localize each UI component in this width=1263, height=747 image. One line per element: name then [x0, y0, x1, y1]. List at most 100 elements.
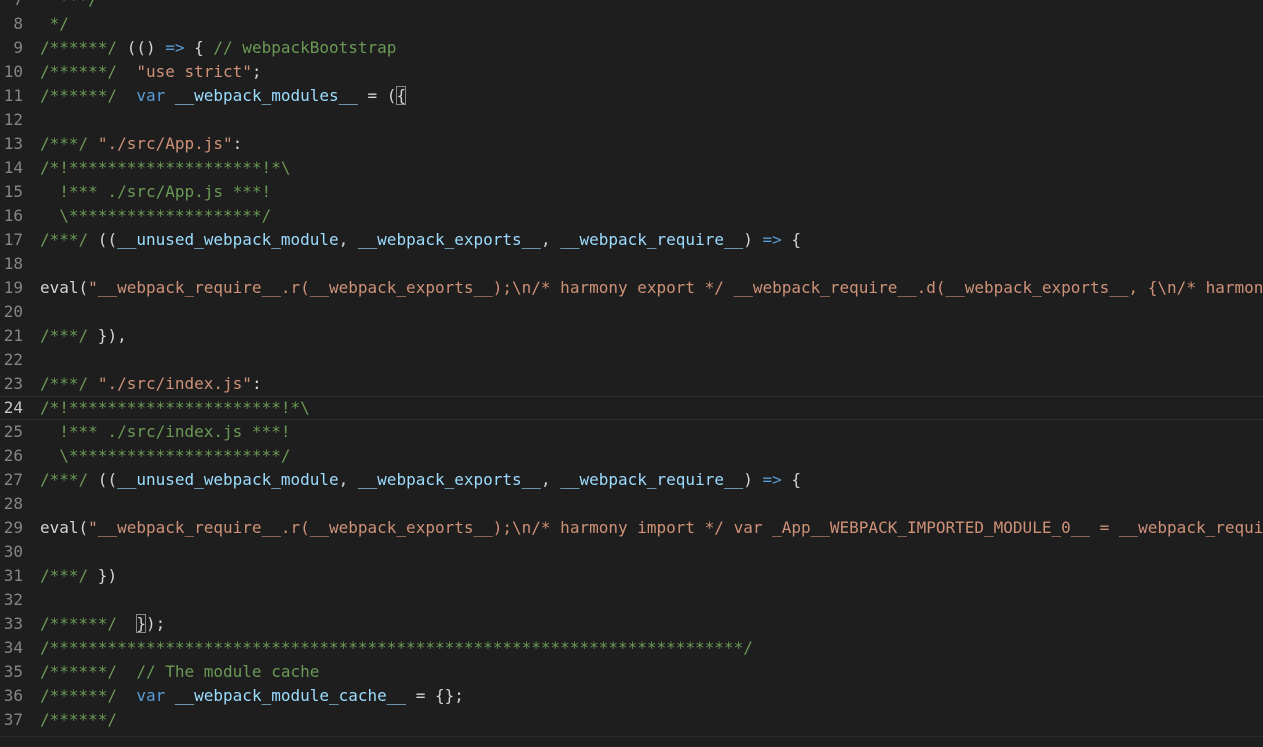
- code-line[interactable]: 28: [0, 492, 1263, 516]
- code-line[interactable]: 29 eval("__webpack_require__.r(__webpack_…: [0, 516, 1263, 540]
- code-token: __webpack_modules__: [174, 86, 358, 105]
- code-token: // webpackBootstrap: [213, 38, 397, 57]
- line-number: 25: [0, 420, 40, 444]
- code-line[interactable]: 36 /******/ var __webpack_module_cache__ …: [0, 684, 1263, 708]
- code-line[interactable]: 11 /******/ var __webpack_modules__ = ({: [0, 84, 1263, 108]
- code-token: /***/: [40, 230, 89, 249]
- code-text: /******/ // The module cache: [40, 660, 319, 684]
- code-text: /***/ "./src/App.js":: [40, 132, 242, 156]
- code-line[interactable]: 32: [0, 588, 1263, 612]
- line-number: 23: [0, 372, 40, 396]
- code-line[interactable]: 12: [0, 108, 1263, 132]
- code-token: __webpack_exports__: [357, 230, 541, 249]
- line-number-text: 37: [3, 710, 23, 729]
- code-text: /******/ });: [40, 612, 165, 636]
- code-token: !*** ./src/index.js ***!: [40, 422, 291, 441]
- code-line[interactable]: 25 !*** ./src/index.js ***!: [0, 420, 1263, 444]
- code-line[interactable]: 23 /***/ "./src/index.js":: [0, 372, 1263, 396]
- code-text: /******/: [40, 708, 117, 732]
- code-text: /***************************************…: [40, 636, 753, 660]
- code-token: {: [781, 470, 802, 489]
- code-token: /***/: [40, 134, 89, 153]
- code-token: ***/: [40, 0, 98, 9]
- line-number: 9: [0, 36, 40, 60]
- line-number: 8: [0, 12, 40, 36]
- code-token: /***/: [40, 566, 89, 585]
- line-number-text: 15: [3, 182, 23, 201]
- code-line[interactable]: 24 /*!**********************!*\: [0, 396, 1263, 420]
- code-text: eval("__webpack_require__.r(__webpack_ex…: [40, 276, 1263, 300]
- code-line[interactable]: 13 /***/ "./src/App.js":: [0, 132, 1263, 156]
- code-line[interactable]: 20: [0, 300, 1263, 324]
- code-text: \**********************/: [40, 444, 290, 468]
- code-line[interactable]: 9 /******/ (() => { // webpackBootstrap: [0, 36, 1263, 60]
- code-token: __unused_webpack_module: [117, 230, 339, 249]
- code-token: /******/: [40, 686, 118, 705]
- line-number: 28: [0, 492, 40, 516]
- code-line[interactable]: 26 \**********************/: [0, 444, 1263, 468]
- code-token: var: [136, 86, 166, 105]
- code-text: /******/ var __webpack_module_cache__ = …: [40, 684, 464, 708]
- code-line[interactable]: 15 !*** ./src/App.js ***!: [0, 180, 1263, 204]
- line-number-text: 13: [3, 134, 23, 153]
- line-number: 29: [0, 516, 40, 540]
- code-text: eval("__webpack_require__.r(__webpack_ex…: [40, 516, 1263, 540]
- line-number-text: 10: [3, 62, 23, 81]
- line-number-text: 35: [3, 662, 23, 681]
- line-number-text: 20: [3, 302, 23, 321]
- code-text: /******/ "use strict";: [40, 60, 262, 84]
- code-token: ): [743, 470, 763, 489]
- code-line[interactable]: 34 /*************************************…: [0, 636, 1263, 660]
- line-number: 24: [0, 396, 40, 420]
- code-line[interactable]: 18: [0, 252, 1263, 276]
- code-text: /***/ ((__unused_webpack_module, __webpa…: [40, 468, 801, 492]
- code-line[interactable]: 37 /******/: [0, 708, 1263, 732]
- code-token: */: [40, 14, 69, 33]
- code-token: "__webpack_require__.r(__webpack_exports…: [88, 278, 1263, 297]
- code-line[interactable]: 10 /******/ "use strict";: [0, 60, 1263, 84]
- line-number-text: 16: [3, 206, 23, 225]
- code-line[interactable]: 19 eval("__webpack_require__.r(__webpack_…: [0, 276, 1263, 300]
- code-token: __webpack_require__: [560, 470, 744, 489]
- line-number-text: 28: [3, 494, 23, 513]
- code-line[interactable]: 35 /******/ // The module cache: [0, 660, 1263, 684]
- line-number-text: 22: [3, 350, 23, 369]
- code-editor[interactable]: 7 ***/8 */9/******/ (() => { // webpackB…: [0, 0, 1263, 747]
- code-token: }): [88, 566, 118, 585]
- line-number-text: 32: [3, 590, 23, 609]
- code-token: =>: [165, 38, 185, 57]
- code-text: \********************/: [40, 204, 271, 228]
- code-token: ,: [540, 230, 561, 249]
- code-line[interactable]: 21 /***/ }),: [0, 324, 1263, 348]
- code-line[interactable]: 33 /******/ });: [0, 612, 1263, 636]
- line-number: 30: [0, 540, 40, 564]
- code-line[interactable]: 14 /*!********************!*\: [0, 156, 1263, 180]
- horizontal-scrollbar[interactable]: [0, 736, 1263, 747]
- code-token: {: [184, 38, 214, 57]
- code-line[interactable]: 22: [0, 348, 1263, 372]
- code-token: ,: [338, 230, 358, 249]
- code-line[interactable]: 27 /***/ ((__unused_webpack_module, __web…: [0, 468, 1263, 492]
- code-line[interactable]: 7 ***/: [0, 0, 1263, 12]
- code-text: /******/ (() => { // webpackBootstrap: [40, 36, 396, 60]
- code-line[interactable]: 31 /***/ }): [0, 564, 1263, 588]
- code-line[interactable]: 8 */: [0, 12, 1263, 36]
- code-token: ((: [88, 470, 118, 489]
- code-token: =>: [762, 470, 782, 489]
- line-number: 19: [0, 276, 40, 300]
- code-line[interactable]: 30: [0, 540, 1263, 564]
- code-line[interactable]: 16 \********************/: [0, 204, 1263, 228]
- code-token: /***/: [40, 326, 89, 345]
- code-token: // The module cache: [136, 662, 320, 681]
- code-line[interactable]: 17 /***/ ((__unused_webpack_module, __web…: [0, 228, 1263, 252]
- line-number-text: 34: [3, 638, 23, 657]
- matched-bracket: }: [136, 614, 146, 633]
- code-text: /***/ "./src/index.js":: [40, 372, 262, 396]
- code-token: = {};: [406, 686, 464, 705]
